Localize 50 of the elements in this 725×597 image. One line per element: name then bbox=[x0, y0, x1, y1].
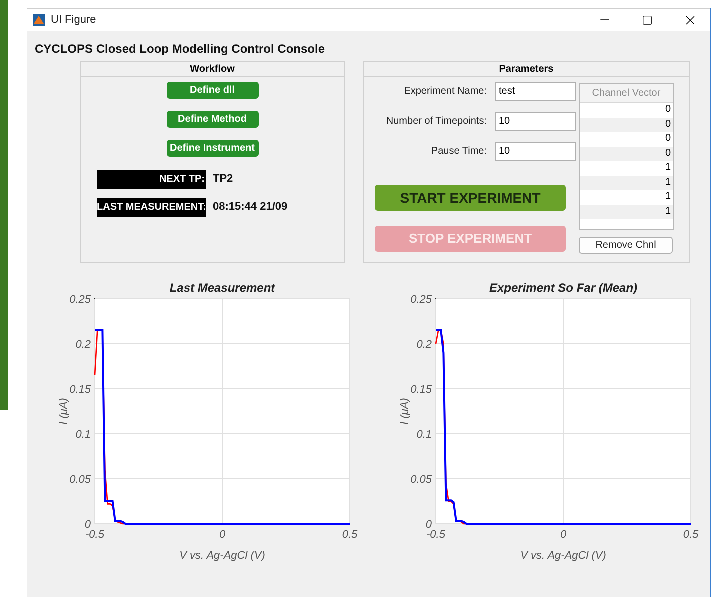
status-value: TP2 bbox=[213, 172, 234, 188]
panel-title: Workflow bbox=[81, 62, 344, 77]
axis-label: I (μA) bbox=[399, 398, 411, 425]
tick-label: -0.5 bbox=[426, 529, 446, 541]
table-cell: 1 bbox=[580, 176, 673, 190]
chart-title: Last Measurement bbox=[170, 281, 276, 295]
tick-label: 0.5 bbox=[683, 529, 699, 541]
tick-label: 0.5 bbox=[342, 529, 358, 541]
tick-label: 0.25 bbox=[410, 294, 432, 306]
axis-label: I (μA) bbox=[58, 398, 70, 425]
workflow-button[interactable]: Define Method bbox=[166, 111, 258, 128]
tick-label: 0.15 bbox=[410, 384, 432, 396]
tick-label: 0.1 bbox=[416, 429, 432, 441]
tick-label: 0.2 bbox=[76, 339, 91, 351]
chart-title: Experiment So Far (Mean) bbox=[489, 281, 638, 295]
panel-title: Parameters bbox=[364, 62, 689, 77]
table-cell: 0 bbox=[580, 146, 673, 161]
status-value: 08:15:44 21/09 bbox=[213, 200, 288, 216]
tick-label: 0.25 bbox=[70, 294, 91, 306]
start-button[interactable]: START EXPERIMENT bbox=[375, 185, 566, 211]
app-icon bbox=[33, 14, 45, 26]
window-title: UI Figure bbox=[51, 12, 96, 28]
input-field[interactable]: 10 bbox=[495, 142, 576, 161]
tick-label: 0.2 bbox=[416, 339, 432, 351]
field-label: Number of Timepoints: bbox=[385, 115, 487, 129]
remove-button[interactable]: Remove Chnl bbox=[579, 237, 673, 254]
input-field[interactable]: 10 bbox=[495, 112, 576, 131]
tick-label: 0 bbox=[84, 519, 91, 531]
axis-label: V vs. Ag-AgCl (V) bbox=[520, 550, 606, 562]
tick-label: 0.05 bbox=[410, 474, 432, 486]
status-label: NEXT TP: bbox=[97, 170, 206, 189]
axis-label: V vs. Ag-AgCl (V) bbox=[180, 550, 266, 562]
field-label: Experiment Name: bbox=[403, 85, 487, 99]
tick-label: 0 bbox=[560, 529, 567, 541]
tick-label: 0 bbox=[426, 519, 432, 531]
field-label: Pause Time: bbox=[430, 145, 487, 159]
status-label: LAST MEASUREMENT: bbox=[97, 198, 206, 217]
workflow-button[interactable]: Define Instrument bbox=[166, 140, 258, 157]
table-cell: 0 bbox=[580, 118, 673, 132]
input-field[interactable]: test bbox=[495, 82, 576, 101]
tick-label: 0 bbox=[219, 529, 226, 541]
tick-label: -0.5 bbox=[86, 529, 104, 541]
tick-label: 0.05 bbox=[70, 474, 91, 486]
column-header: Channel Vector bbox=[580, 84, 673, 103]
workflow-button[interactable]: Define dll bbox=[166, 82, 258, 99]
tick-label: 0.15 bbox=[70, 384, 91, 396]
console-title: CYCLOPS Closed Loop Modelling Control Console bbox=[34, 41, 326, 58]
maximize-icon[interactable] bbox=[642, 14, 653, 26]
tick-label: 0.1 bbox=[76, 429, 91, 441]
table-cell: 1 bbox=[580, 204, 673, 219]
